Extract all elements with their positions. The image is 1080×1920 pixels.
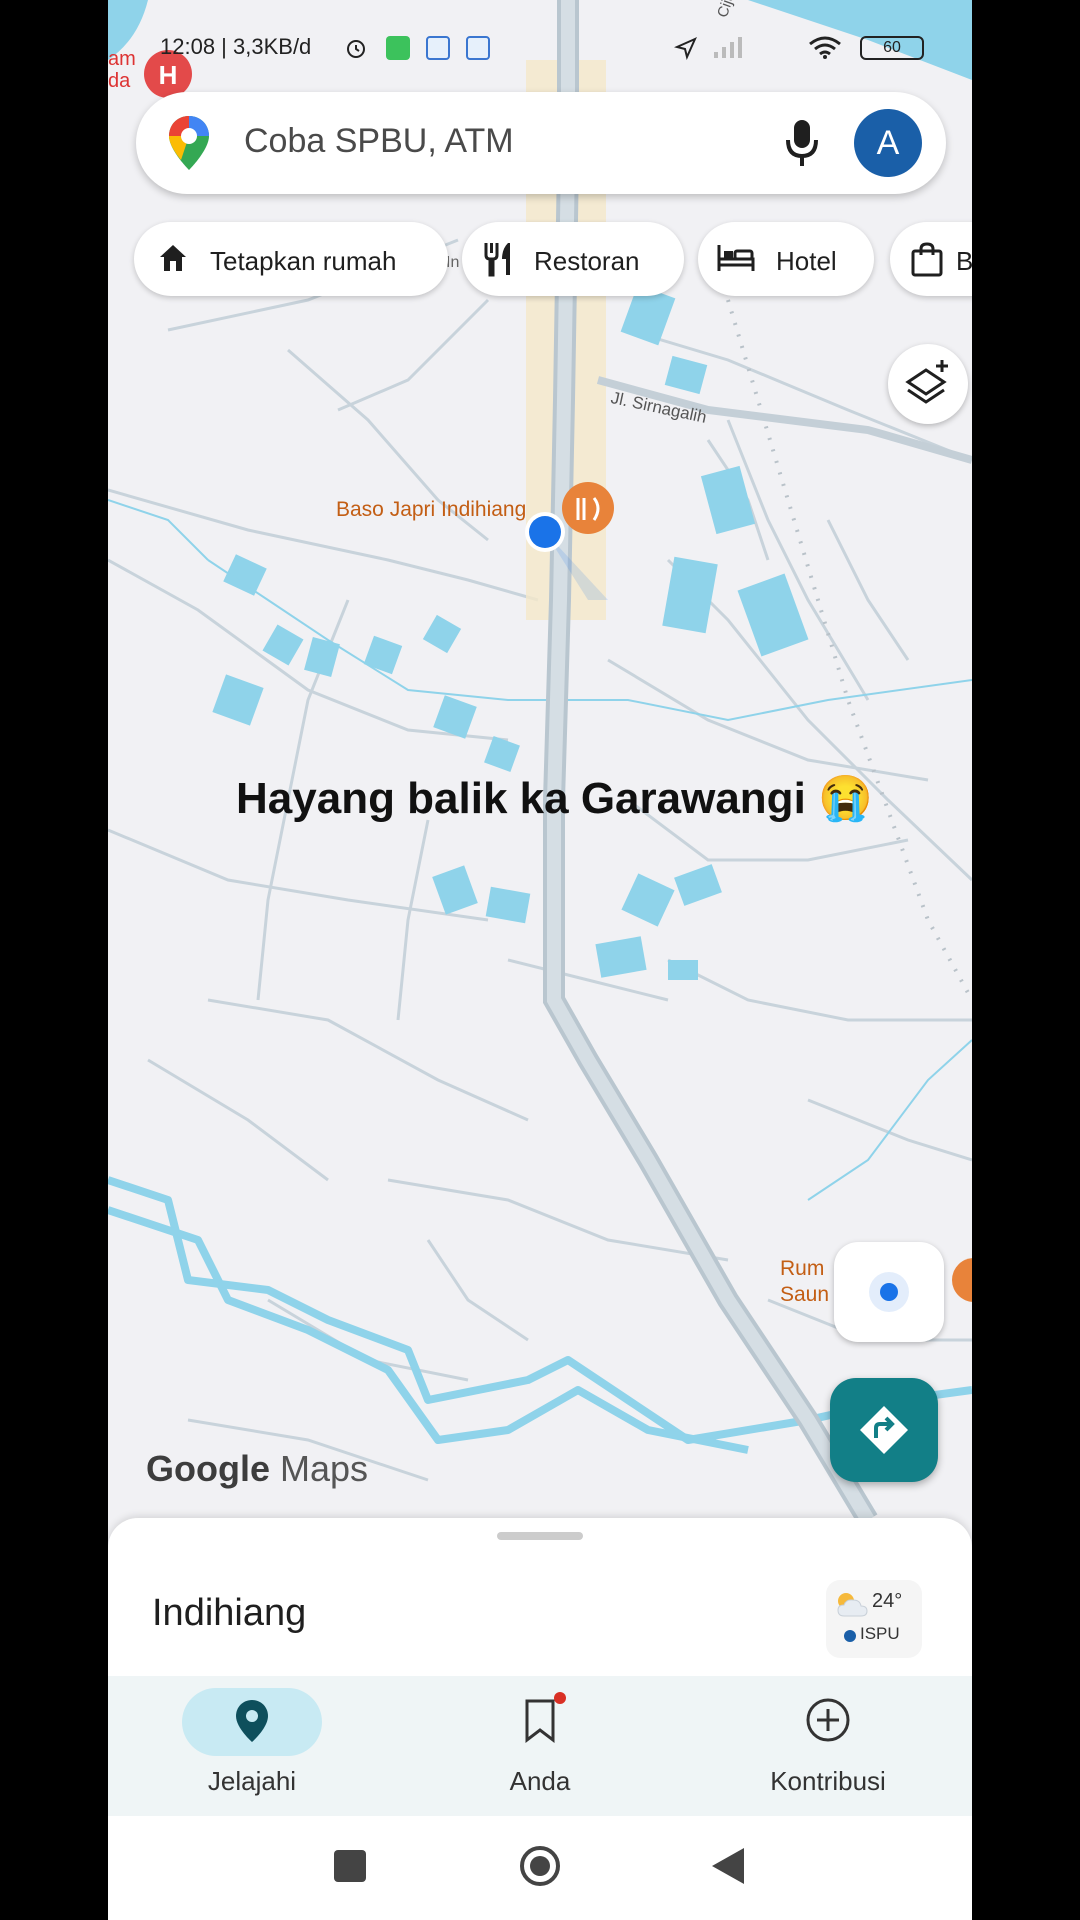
chip-restaurant-label: Restoran [534, 246, 640, 276]
home-button-icon[interactable] [520, 1846, 560, 1886]
bottom-sheet[interactable]: Indihiang 24° ISPU [108, 1518, 972, 1678]
location-arrow-icon [674, 37, 697, 60]
bookmark-icon [525, 1699, 555, 1744]
app-notification-icon [426, 36, 450, 60]
bottom-navigation: Jelajahi Anda Kontribusi [108, 1676, 972, 1816]
status-bar: 12:08 | 3,3KB/d 60 [108, 28, 972, 68]
nav-explore-label: Jelajahi [207, 1766, 297, 1796]
wifi-icon [809, 36, 841, 59]
app-notification-icon [466, 36, 490, 60]
search-input[interactable]: Coba SPBU, ATM [244, 122, 514, 161]
weather-temperature: 24° [872, 1590, 903, 1612]
nav-contribute[interactable]: Kontribusi [684, 1676, 972, 1816]
chip-hotel-label: Hotel [776, 246, 837, 276]
alarm-icon [347, 40, 365, 58]
shopping-bag-icon [911, 242, 943, 277]
map-label-road-small: In [446, 254, 460, 271]
sheet-drag-handle[interactable] [497, 1532, 583, 1540]
add-circle-icon [806, 1698, 850, 1742]
chip-shopping-label: B [956, 246, 972, 276]
google-maps-logo-icon [169, 116, 209, 170]
chip-shopping[interactable]: B [890, 222, 972, 296]
back-button-icon[interactable] [710, 1846, 746, 1886]
search-bar[interactable]: Coba SPBU, ATM A [136, 92, 946, 194]
nav-you-label: Anda [509, 1766, 571, 1796]
map-label-baso-japri[interactable]: Baso Japri Indihiang [336, 498, 526, 522]
whatsapp-icon [386, 36, 410, 60]
chip-restaurant[interactable]: Restoran [462, 222, 684, 296]
nav-contribute-label: Kontribusi [770, 1766, 886, 1796]
phone-screen: H am da Jl. Sirnagalih Cijojong Jeng In … [108, 0, 972, 1920]
chip-set-home[interactable]: Tetapkan rumah [134, 222, 448, 296]
my-location-icon [869, 1272, 909, 1312]
restaurant-icon [484, 243, 510, 277]
partly-cloudy-icon [837, 1593, 868, 1617]
layers-add-icon [905, 360, 948, 404]
overlay-caption: Hayang balik ka Garawangi 😭 [236, 774, 873, 823]
status-network-speed: 3,3KB/d [233, 34, 312, 59]
place-name: Indihiang [152, 1592, 307, 1634]
directions-button[interactable] [830, 1378, 938, 1482]
system-navigation-bar [108, 1816, 972, 1920]
user-location-dot [529, 516, 561, 548]
directions-icon [860, 1406, 908, 1454]
notification-dot [554, 1692, 566, 1704]
hotel-icon [717, 245, 755, 271]
microphone-icon[interactable] [782, 118, 822, 168]
battery-level: 60 [883, 39, 901, 56]
nav-you[interactable]: Anda [396, 1676, 684, 1816]
home-icon [160, 245, 186, 271]
restaurant-pin[interactable] [562, 482, 614, 534]
chip-hotel[interactable]: Hotel [698, 222, 874, 296]
account-avatar[interactable]: A [854, 109, 922, 177]
status-time: 12:08 [160, 34, 216, 59]
battery-icon: 60 [860, 36, 924, 60]
signal-icon [714, 37, 742, 58]
aqi-dot-icon [844, 1630, 856, 1642]
layers-button[interactable] [888, 344, 968, 424]
weather-widget[interactable]: 24° ISPU [826, 1580, 922, 1658]
weather-aqi-label: ISPU [860, 1624, 900, 1643]
explore-pin-icon [236, 1700, 268, 1742]
google-maps-watermark: Google Maps [146, 1448, 369, 1489]
chip-set-home-label: Tetapkan rumah [210, 246, 397, 276]
my-location-button[interactable] [834, 1242, 944, 1342]
recents-button-icon[interactable] [334, 1850, 366, 1882]
nav-explore[interactable]: Jelajahi [108, 1676, 396, 1816]
